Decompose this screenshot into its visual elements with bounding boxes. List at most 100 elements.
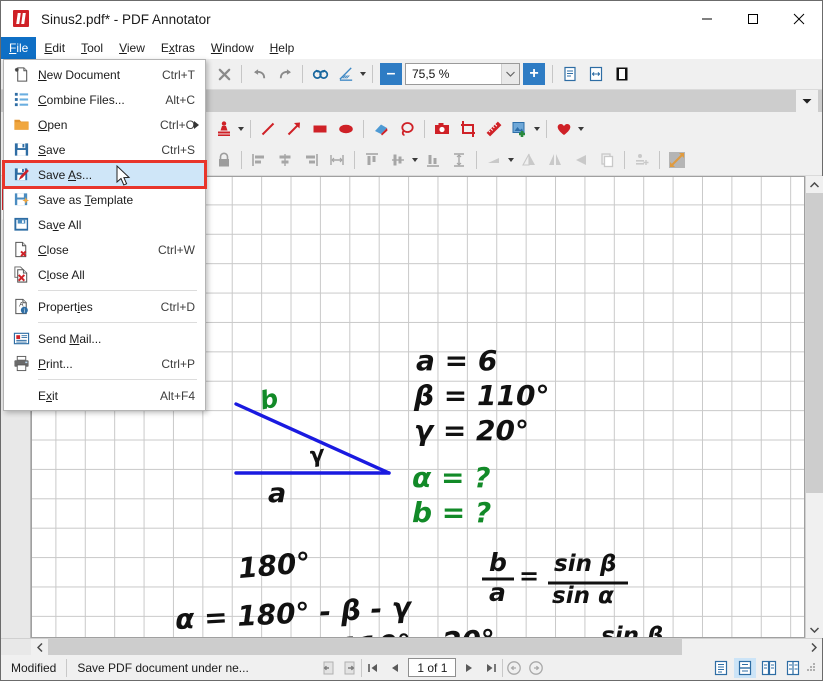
menu-item-send-mail[interactable]: Send Mail...	[4, 326, 205, 351]
duplicate-icon[interactable]	[594, 148, 620, 172]
menu-edit-label: Edit	[44, 41, 66, 55]
zoom-out-button[interactable]: –	[380, 63, 402, 85]
vertical-scroll-track[interactable]	[805, 493, 823, 621]
menu-help[interactable]: Help	[262, 37, 303, 59]
page-marker-icon[interactable]	[333, 62, 359, 86]
view-continuous-facing[interactable]	[782, 658, 804, 678]
undo-icon[interactable]	[246, 62, 272, 86]
resize-icon[interactable]	[664, 148, 690, 172]
vertical-scroll-thumb[interactable]	[805, 193, 823, 493]
scroll-left-button[interactable]	[31, 639, 48, 656]
rotate-chevron-down-icon[interactable]	[508, 158, 514, 162]
horizontal-scroll-thumb[interactable]	[48, 639, 682, 655]
menu-item-save[interactable]: Save Ctrl+S	[4, 137, 205, 162]
ellipse-tool-icon[interactable]	[333, 117, 359, 141]
camera-snapshot-icon[interactable]	[429, 117, 455, 141]
redo-icon[interactable]	[272, 62, 298, 86]
menu-item-print[interactable]: Print... Ctrl+P	[4, 351, 205, 376]
view-single-page[interactable]	[710, 658, 732, 678]
align-center-horizontal-icon[interactable]	[272, 148, 298, 172]
vertical-scrollbar[interactable]	[805, 176, 823, 638]
menu-item-close-all[interactable]: Close All	[4, 262, 205, 287]
insert-chevron-down-icon[interactable]	[534, 126, 540, 131]
previous-page-icon[interactable]	[385, 658, 405, 678]
align-right-icon[interactable]	[298, 148, 324, 172]
menu-item-close[interactable]: Close Ctrl+W	[4, 237, 205, 262]
distribute-vertical-icon[interactable]	[446, 148, 472, 172]
crop-tool-icon[interactable]	[455, 117, 481, 141]
search-icon[interactable]	[307, 62, 333, 86]
menu-view[interactable]: View	[111, 37, 153, 59]
menu-edit[interactable]: Edit	[36, 37, 73, 59]
scroll-down-button[interactable]	[805, 621, 823, 638]
zoom-combobox[interactable]: 75,5 %	[405, 63, 520, 85]
submenu-arrow-icon	[194, 120, 199, 129]
horizontal-scrollbar[interactable]	[1, 638, 822, 655]
forward-icon[interactable]	[526, 658, 546, 678]
menu-item-open[interactable]: Open Ctrl+O	[4, 112, 205, 137]
mirror-icon[interactable]	[568, 148, 594, 172]
align-middle-icon[interactable]	[385, 148, 411, 172]
maximize-button[interactable]	[730, 1, 776, 37]
group-icon[interactable]	[629, 148, 655, 172]
menu-item-new-document[interactable]: New Document Ctrl+T	[4, 62, 205, 87]
view-continuous[interactable]	[734, 657, 756, 678]
menu-item-save-as-label: Save As...	[38, 167, 93, 182]
align-left-icon[interactable]	[246, 148, 272, 172]
zoom-in-button[interactable]: +	[523, 63, 545, 85]
minimize-button[interactable]	[684, 1, 730, 37]
file-menu-dropdown[interactable]: New Document Ctrl+T Combine Files... Alt…	[2, 59, 207, 411]
view-facing[interactable]	[758, 658, 780, 678]
line-tool-icon[interactable]	[255, 117, 281, 141]
rotate-icon[interactable]	[481, 148, 507, 172]
first-page-icon[interactable]	[363, 658, 383, 678]
ruler-tool-icon[interactable]	[481, 117, 507, 141]
menu-item-combine-files[interactable]: Combine Files... Alt+C	[4, 87, 205, 112]
next-page-icon[interactable]	[459, 658, 479, 678]
stamp-chevron-down-icon[interactable]	[238, 126, 244, 131]
flip-horizontal-icon[interactable]	[542, 148, 568, 172]
menu-tool[interactable]: Tool	[73, 37, 111, 59]
annotation-alpha-unknown: α = ?	[412, 461, 491, 494]
fit-page-icon[interactable]	[557, 62, 583, 86]
menu-item-save-as-template[interactable]: Save as Template	[4, 187, 205, 212]
lasso-tool-icon[interactable]	[394, 117, 420, 141]
horizontal-scroll-track[interactable]	[682, 639, 805, 655]
previous-view-icon[interactable]	[318, 658, 338, 678]
stamp-tool-icon[interactable]	[211, 117, 237, 141]
scroll-up-button[interactable]	[805, 176, 823, 193]
resize-grip[interactable]	[805, 661, 819, 675]
distribute-horizontal-icon[interactable]	[324, 148, 350, 172]
close-button[interactable]	[776, 1, 822, 37]
menu-extras[interactable]: Extras	[153, 37, 203, 59]
zoom-dropdown-arrow[interactable]	[501, 64, 519, 84]
lock-icon[interactable]	[211, 148, 237, 172]
toolbar-overflow-button[interactable]	[796, 90, 818, 112]
delete-icon[interactable]	[211, 62, 237, 86]
chevron-down-icon[interactable]	[360, 72, 366, 76]
menu-item-exit[interactable]: Exit Alt+F4	[4, 383, 205, 408]
menu-window[interactable]: Window	[203, 37, 262, 59]
eraser-tool-icon[interactable]	[368, 117, 394, 141]
next-view-icon[interactable]	[340, 658, 360, 678]
menu-item-properties[interactable]: Ai Properties Ctrl+D	[4, 294, 205, 319]
back-icon[interactable]	[504, 658, 524, 678]
menu-file[interactable]: File	[1, 37, 37, 59]
align-chevron-down-icon[interactable]	[412, 158, 418, 162]
menu-item-save-as[interactable]: Save As...	[2, 160, 207, 189]
favorite-tool-icon[interactable]	[551, 117, 577, 141]
fit-width-icon[interactable]	[583, 62, 609, 86]
flip-vertical-icon[interactable]	[516, 148, 542, 172]
align-bottom-icon[interactable]	[420, 148, 446, 172]
page-number-input[interactable]: 1 of 1	[408, 658, 457, 677]
last-page-icon[interactable]	[481, 658, 501, 678]
annotation-b-equals-a-times: b = a ·	[486, 635, 585, 637]
insert-image-icon[interactable]	[507, 117, 533, 141]
rectangle-tool-icon[interactable]	[307, 117, 333, 141]
full-screen-icon[interactable]	[609, 62, 635, 86]
arrow-tool-icon[interactable]	[281, 117, 307, 141]
align-top-icon[interactable]	[359, 148, 385, 172]
scroll-right-button[interactable]	[805, 639, 822, 656]
favorite-chevron-down-icon[interactable]	[578, 126, 584, 131]
menu-item-save-all[interactable]: Save All	[4, 212, 205, 237]
